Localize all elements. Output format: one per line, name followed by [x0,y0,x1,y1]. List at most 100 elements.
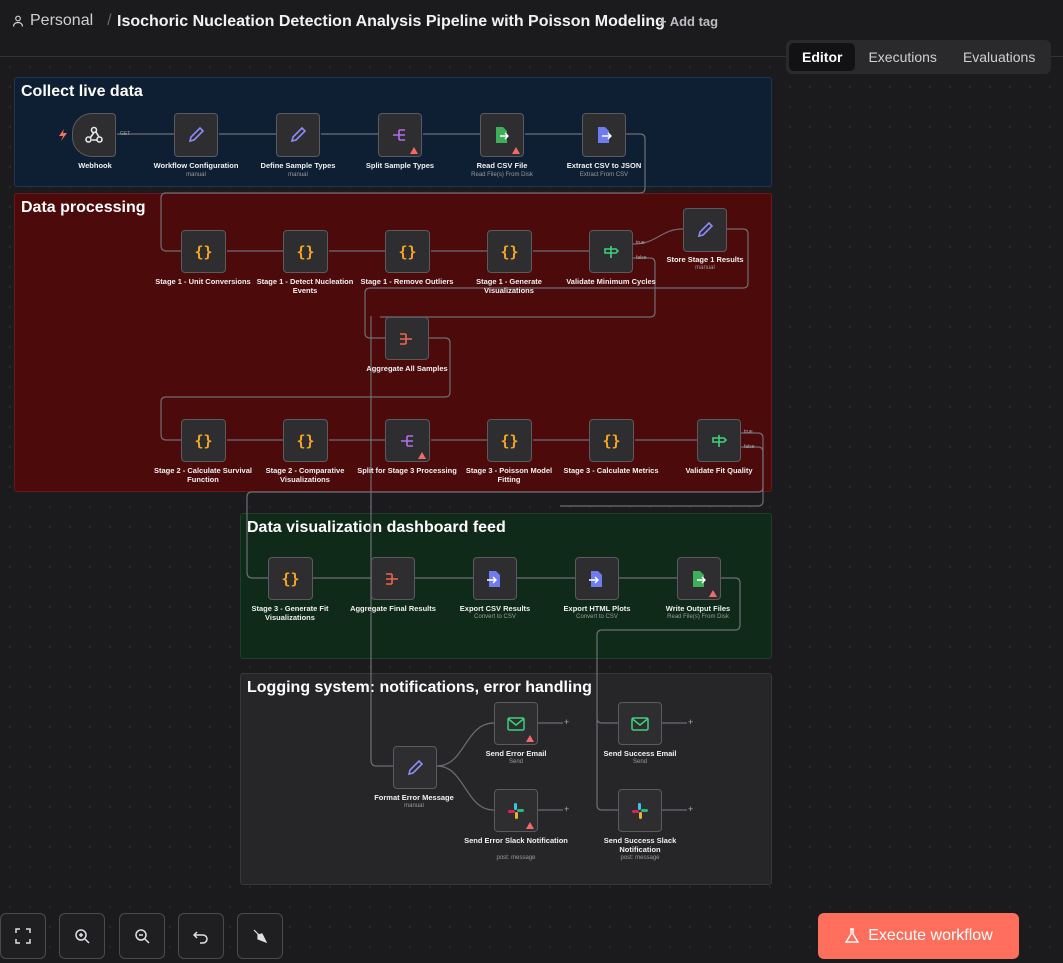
zoom-out-button[interactable] [119,913,165,959]
group-title: Data processing [21,199,146,216]
node-export-html-plots[interactable] [575,557,619,600]
execute-workflow-label: Execute workflow [868,927,993,944]
convert-file-icon [487,570,500,587]
code-icon: {} [602,431,621,450]
group-title: Logging system: notifications, error han… [247,679,592,696]
node-label: Stage 1 - Unit Conversions [155,277,251,286]
node-label: Send Success Slack Notification [603,836,677,854]
node-label: Define Sample Types [260,161,336,170]
node-export-csv-results[interactable] [473,557,517,600]
node-store-stage1-results[interactable] [683,208,727,252]
warning-icon [526,735,534,742]
node-stage3-fit-visualizations[interactable]: {} [268,557,313,600]
node-subtitle: manual [186,172,206,178]
trigger-bolt-icon [59,129,67,141]
node-subtitle: Extract From CSV [579,172,629,178]
zoom-out-icon [135,929,150,944]
add-node-plus[interactable]: + [564,804,569,814]
node-label: Send Error Email [485,749,547,758]
tab-executions[interactable]: Executions [855,43,949,71]
node-label: Workflow Configuration [153,161,239,170]
node-extract-csv-to-json[interactable] [582,113,626,157]
node-subtitle: manual [288,172,308,178]
node-define-sample-types[interactable] [276,113,320,157]
node-subtitle: post: message [496,855,536,861]
node-label: Stage 3 - Poisson Model Fitting [465,466,553,484]
node-subtitle: manual [695,265,715,271]
zoom-in-button[interactable] [59,913,105,959]
aggregate-icon [386,572,398,585]
node-aggregate-final-results[interactable] [371,557,415,600]
branch-false-label: false [744,444,755,450]
tab-evaluations[interactable]: Evaluations [950,43,1048,71]
node-label: Aggregate Final Results [350,604,436,613]
pencil-icon [407,759,424,775]
node-send-error-email[interactable] [494,702,538,745]
code-icon: {} [500,242,519,261]
if-icon [712,434,728,447]
node-label: Export HTML Plots [563,604,631,613]
node-subtitle: Read File(s) From Disk [471,172,533,178]
warning-icon [526,822,534,829]
node-send-success-slack[interactable] [618,789,662,832]
node-label: Extract CSV to JSON [566,161,642,170]
undo-icon [193,931,208,944]
node-label: Send Error Slack Notification [464,836,568,845]
node-label: Split for Stage 3 Processing [357,466,457,475]
aggregate-icon [400,332,412,345]
node-subtitle: Send [508,759,523,765]
node-stage1-generate-visualizations[interactable]: {} [487,230,532,273]
node-stage1-remove-outliers[interactable]: {} [385,230,430,273]
node-stage1-detect-nucleation[interactable]: {} [283,230,328,273]
node-stage2-survival-function[interactable]: {} [181,419,226,462]
node-workflow-configuration[interactable] [174,113,218,157]
node-read-csv-file[interactable] [480,113,524,157]
node-aggregate-all-samples[interactable] [385,317,429,360]
node-stage1-unit-conversions[interactable]: {} [181,230,226,273]
node-stage3-calculate-metrics[interactable]: {} [589,419,634,462]
node-send-error-slack[interactable] [494,789,538,832]
node-validate-minimum-cycles[interactable] [589,230,633,273]
node-stage2-comparative-visualizations[interactable]: {} [283,419,328,462]
node-write-output-files[interactable] [677,557,721,600]
branch-true-label: true [744,429,753,435]
add-tag-button[interactable]: + Add tag [659,14,718,29]
warning-icon [709,590,717,597]
split-icon [393,129,405,141]
node-label: Send Success Email [603,749,677,758]
node-split-stage3[interactable] [385,419,430,462]
split-icon [400,434,413,447]
node-send-success-email[interactable] [618,702,662,745]
node-webhook[interactable] [72,113,116,157]
node-label: Stage 1 - Generate Visualizations [476,277,542,295]
code-icon: {} [296,431,315,450]
group-title: Data visualization dashboard feed [247,519,506,536]
node-subtitle: Send [632,759,647,765]
webhook-method-badge: GET [120,131,131,137]
node-stage3-poisson-fitting[interactable]: {} [487,419,532,462]
node-split-sample-types[interactable] [378,113,422,157]
code-icon: {} [296,242,315,261]
node-validate-fit-quality[interactable] [697,419,741,462]
node-subtitle: Read File(s) From Disk [667,614,729,620]
workflow-title[interactable]: Isochoric Nucleation Detection Analysis … [117,13,665,31]
tab-editor[interactable]: Editor [789,43,856,71]
slack-icon [508,802,524,819]
add-node-plus[interactable]: + [564,717,569,727]
node-format-error-message[interactable] [393,746,437,789]
add-node-plus[interactable]: + [688,717,693,727]
reset-zoom-button[interactable] [178,913,224,959]
add-node-plus[interactable]: + [688,804,693,814]
file-extract-icon [598,127,612,143]
code-icon: {} [398,242,417,261]
pencil-icon [290,126,307,143]
tidy-up-button[interactable] [237,913,283,959]
node-label: Stage 3 - Generate Fit Visualizations [251,604,329,622]
node-label: Aggregate All Samples [366,364,448,373]
node-subtitle: Convert to CSV [576,614,618,620]
warning-icon [418,452,426,459]
node-label: Stage 2 - Calculate Survival Function [154,466,252,484]
execute-workflow-button[interactable]: Execute workflow [818,913,1019,959]
workspace-link[interactable]: Personal [30,12,93,30]
fit-view-button[interactable] [0,913,46,959]
